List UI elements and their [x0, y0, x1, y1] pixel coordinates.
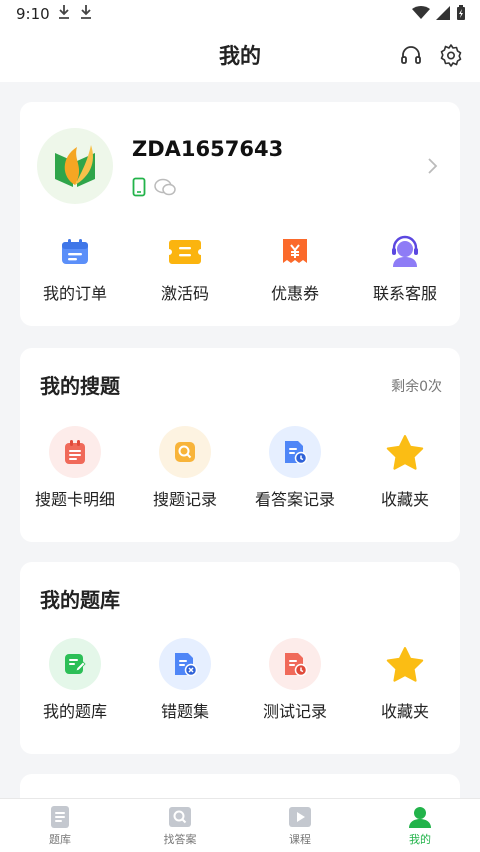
my-orders-button[interactable]: 我的订单 [20, 232, 130, 304]
my-question-bank-button[interactable]: 我的题库 [20, 638, 130, 722]
tab-question-bank[interactable]: 题库 [0, 799, 120, 852]
tab-courses[interactable]: 课程 [240, 799, 360, 852]
quick-action-label: 联系客服 [372, 284, 437, 303]
bank-favorites-button[interactable]: 收藏夹 [350, 638, 460, 722]
clipboard-list-icon [65, 440, 85, 464]
grid-item-label: 我的题库 [42, 702, 107, 721]
activation-code-button[interactable]: 激活码 [130, 232, 240, 304]
leaf-logo-icon [55, 145, 95, 187]
user-id: ZDA1657643 [132, 137, 284, 161]
tab-label: 找答案 [163, 833, 197, 846]
battery-icon [457, 5, 465, 20]
tab-label: 课程 [289, 833, 311, 846]
app-header: 我的 [0, 28, 480, 82]
headset-agent-icon [392, 235, 418, 267]
download-icon [81, 5, 91, 19]
calendar-icon [62, 239, 88, 264]
profile-row[interactable]: ZDA1657643 [20, 102, 460, 212]
chevron-right-icon [428, 158, 438, 174]
my-search-card: 我的搜题 剩余0次 搜题卡明细 搜题记录 看答案记录 收藏夹 [20, 348, 460, 542]
star-icon [386, 435, 424, 470]
star-icon [386, 647, 424, 682]
book-icon [51, 806, 69, 828]
grid-item-label: 收藏夹 [380, 490, 429, 509]
tab-label: 我的 [409, 833, 431, 846]
status-bar: 9:10 [0, 0, 480, 28]
search-card-details-button[interactable]: 搜题卡明细 [20, 426, 130, 510]
favorites-button[interactable]: 收藏夹 [350, 426, 460, 510]
ticket-icon [169, 240, 201, 264]
play-video-icon [289, 807, 311, 827]
gear-icon[interactable] [439, 43, 463, 67]
document-clock-icon [285, 653, 308, 677]
grid-item-label: 收藏夹 [380, 702, 429, 721]
wrong-questions-button[interactable]: 错题集 [130, 638, 240, 722]
quick-action-label: 我的订单 [42, 284, 107, 303]
my-search-grid: 搜题卡明细 搜题记录 看答案记录 收藏夹 [20, 426, 460, 510]
contact-support-button[interactable]: 联系客服 [350, 232, 460, 304]
test-records-button[interactable]: 测试记录 [240, 638, 350, 722]
quick-action-label: 优惠券 [270, 284, 319, 303]
scan-search-icon [169, 807, 191, 827]
signal-icon [436, 6, 450, 20]
quick-action-label: 激活码 [160, 284, 209, 303]
tab-me[interactable]: 我的 [360, 799, 480, 852]
grid-item-label: 搜题记录 [152, 490, 217, 509]
search-history-button[interactable]: 搜题记录 [130, 426, 240, 510]
download-icon [59, 5, 69, 19]
quick-actions: 我的订单 激活码 优惠券 联系客服 [20, 232, 460, 304]
coupon-icon [283, 239, 307, 263]
my-bank-card: 我的题库 我的题库 错题集 测试记录 收藏夹 [20, 562, 460, 754]
profile-card: ZDA1657643 我的订单 激活码 优惠券 联系客服 [20, 102, 460, 326]
phone-icon [132, 177, 146, 197]
grid-item-label: 看答案记录 [254, 490, 335, 509]
document-error-icon [175, 653, 198, 677]
wifi-icon [412, 6, 430, 19]
tab-label: 题库 [49, 833, 71, 846]
tab-find-answers[interactable]: 找答案 [120, 799, 240, 852]
user-icon [409, 807, 431, 828]
grid-item-label: 搜题卡明细 [34, 490, 115, 509]
answer-history-button[interactable]: 看答案记录 [240, 426, 350, 510]
section-title: 我的搜题 [40, 374, 120, 398]
remaining-count: 剩余0次 [391, 379, 442, 395]
avatar [37, 128, 113, 204]
system-icons [412, 5, 466, 21]
document-clock-icon [285, 441, 308, 465]
grid-item-label: 错题集 [160, 702, 209, 721]
my-bank-grid: 我的题库 错题集 测试记录 收藏夹 [20, 638, 460, 722]
bottom-tab-bar: 题库 找答案 课程 我的 [0, 798, 480, 852]
search-box-icon [175, 442, 195, 462]
headphones-icon[interactable] [399, 43, 423, 67]
wechat-icon [154, 178, 176, 196]
edit-document-icon [65, 654, 86, 674]
status-time: 9:10 [16, 5, 50, 23]
coupon-button[interactable]: 优惠券 [240, 232, 350, 304]
grid-item-label: 测试记录 [262, 702, 327, 721]
section-title: 我的题库 [40, 588, 120, 612]
